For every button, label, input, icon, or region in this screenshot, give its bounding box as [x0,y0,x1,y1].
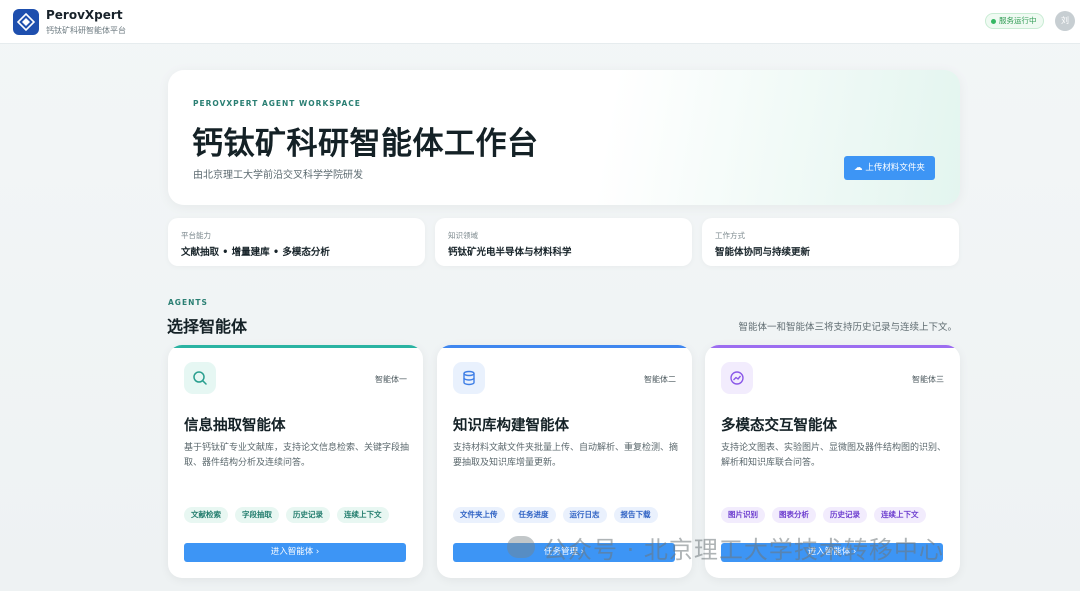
perovxpert-logo-icon[interactable] [13,9,39,35]
info-card-label: 知识领域 [448,231,478,240]
tag: 历史记录 [823,507,867,523]
tag: 运行日志 [562,507,607,523]
tag: 任务进度 [511,507,556,523]
agent-title: 多模态交互智能体 [721,418,837,434]
brand-subtitle: 钙钛矿科研智能体平台 [46,26,126,35]
tag: 连续上下文 [337,507,389,523]
tag: 连续上下文 [874,507,926,523]
cloud-upload-icon: ☁ [854,163,863,173]
watermark-text: 公众号 · 北京理工大学技术转移中心 [543,535,944,564]
top-bar: PerovXpert 钙钛矿科研智能体平台 服务运行中 刘 [0,0,1080,44]
info-card-value: 智能体协同与持续更新 [715,247,811,258]
agents-section-note: 智能体一和智能体三将支持历史记录与连续上下文。 [738,322,957,333]
info-card-capability: 平台能力 文献抽取 • 增量建库 • 多模态分析 [168,218,425,266]
agent-index: 智能体三 [912,375,944,384]
info-card-label: 平台能力 [181,231,211,240]
database-icon [453,362,485,394]
agent-index: 智能体一 [375,375,407,384]
agent-card-extraction[interactable]: 智能体一 信息抽取智能体 基于钙钛矿专业文献库，支持论文信息检索、关键字段抽取、… [168,345,423,578]
upload-folder-button[interactable]: ☁ 上传材料文件夹 [844,156,935,180]
avatar[interactable]: 刘 [1055,11,1075,31]
agents-section-title: 选择智能体 [167,317,248,336]
agents-eyebrow: AGENTS [168,298,208,307]
card-accent-line [437,345,692,348]
tag: 报告下载 [613,507,658,523]
agent-index: 智能体二 [644,375,676,384]
agent-description: 基于钙钛矿专业文献库，支持论文信息检索、关键字段抽取、器件结构分析及连续问答。 [184,443,410,468]
card-accent-line [705,345,960,348]
brand-name: PerovXpert [46,8,123,22]
agent-title: 信息抽取智能体 [184,418,286,434]
info-card-domain: 知识领域 钙钛矿光电半导体与材料科学 [435,218,692,266]
tag: 文件夹上传 [453,507,505,523]
upload-folder-label: 上传材料文件夹 [865,163,925,173]
tag: 字段抽取 [235,507,279,523]
tag: 图片识别 [721,507,765,523]
tag: 文献检索 [184,507,228,523]
hero-panel: PEROVXPERT AGENT WORKSPACE 钙钛矿科研智能体工作台 由… [168,70,960,205]
enter-agent-button[interactable]: 进入智能体 › [184,543,406,562]
status-badge: 服务运行中 [985,13,1044,29]
agent-tags: 文献检索 字段抽取 历史记录 连续上下文 [184,507,389,523]
info-card-value: 钙钛矿光电半导体与材料科学 [448,247,572,258]
agent-tags: 文件夹上传 任务进度 运行日志 报告下载 [453,507,658,523]
hero-eyebrow: PEROVXPERT AGENT WORKSPACE [193,99,361,108]
agent-description: 支持论文图表、实验图片、显微图及器件结构图的识别、解析和知识库联合问答。 [721,443,947,468]
page-title: 钙钛矿科研智能体工作台 [192,126,539,162]
agent-title: 知识库构建智能体 [453,418,569,434]
status-dot-icon [991,19,996,24]
info-card-value: 文献抽取 • 增量建库 • 多模态分析 [181,247,330,258]
status-text: 服务运行中 [999,16,1037,25]
wechat-icon [507,536,535,558]
watermark: 公众号 · 北京理工大学技术转移中心 [507,530,944,564]
info-card-label: 工作方式 [715,231,745,240]
tag: 历史记录 [286,507,330,523]
card-accent-line [168,345,423,348]
hero-subtitle: 由北京理工大学前沿交叉科学学院研发 [193,170,363,181]
chart-icon [721,362,753,394]
info-card-workflow: 工作方式 智能体协同与持续更新 [702,218,959,266]
agent-description: 支持材料文献文件夹批量上传、自动解析、重复检测、摘要抽取及知识库增量更新。 [453,443,679,468]
agent-tags: 图片识别 图表分析 历史记录 连续上下文 [721,507,926,523]
tag: 图表分析 [772,507,816,523]
search-icon [184,362,216,394]
